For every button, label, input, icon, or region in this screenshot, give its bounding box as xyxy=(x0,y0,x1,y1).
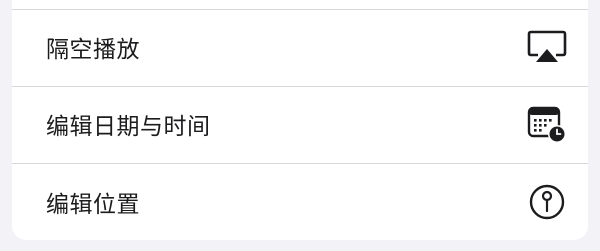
menu-item-label: 编辑位置 xyxy=(46,192,140,218)
airplay-icon xyxy=(526,26,568,68)
calendar-clock-icon xyxy=(526,103,568,145)
location-pin-icon xyxy=(526,181,568,223)
menu-item-label: 隔空播放 xyxy=(46,37,140,63)
menu-item-edit-location[interactable]: 编辑位置 xyxy=(12,163,588,241)
menu-item-label: 编辑日期与时间 xyxy=(46,114,211,140)
menu-item-airplay[interactable]: 隔空播放 xyxy=(12,9,588,85)
menu-item-edit-date-time[interactable]: 编辑日期与时间 xyxy=(12,86,588,162)
